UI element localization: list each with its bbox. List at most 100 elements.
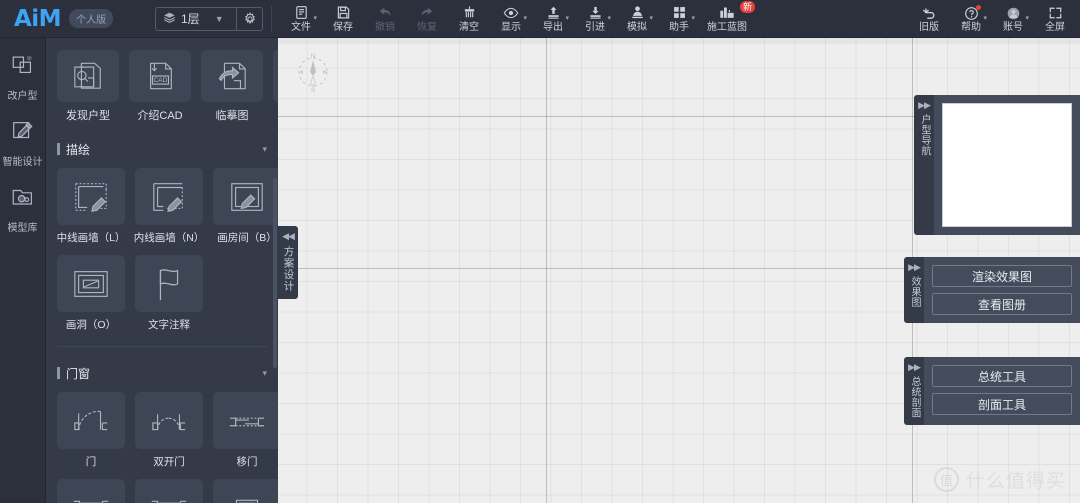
toolbar-button-assistant[interactable]: ▾ 助手 [658, 0, 700, 38]
arch-opening-icon [213, 479, 278, 503]
chevron-down-icon: ▾ [262, 367, 267, 378]
section-tools-tab[interactable]: ▶▶ 总统剖面 [904, 357, 924, 425]
left-tool-panel: 发现户型 CAD 介绍CAD 临摹图 描绘 ▾ 中线画墙（L） 内线画墙（N） … [46, 38, 278, 503]
scheme-design-tab-label: 方案设计 [282, 246, 295, 292]
toolbar-label: 恢复 [417, 21, 437, 33]
toolbar-button-simulate[interactable]: ▾ 模拟 [616, 0, 658, 38]
sidebar-item-model-library[interactable]: 模型库 [8, 184, 38, 234]
logo-zone: AiM 个人版 [0, 0, 155, 38]
expand-arrows-icon: ▶▶ [908, 362, 921, 372]
tile-discover-plan[interactable]: 发现户型 [57, 50, 119, 123]
toolbar-button-undo[interactable]: 撤销 [364, 0, 406, 38]
tile-label: 介绍CAD [137, 110, 183, 122]
left-panel-scroll-content: 发现户型 CAD 介绍CAD 临摹图 描绘 ▾ 中线画墙（L） 内线画墙（N） … [46, 50, 278, 503]
tile-text-annotation[interactable]: 文字注释 [135, 255, 203, 332]
toolbar-button-clear[interactable]: 清空 [448, 0, 490, 38]
section-accent-bar [57, 143, 60, 155]
view-album-button[interactable]: 查看图册 [932, 293, 1072, 315]
render-panel-body: 渲染效果图 查看图册 [924, 257, 1080, 323]
design-canvas[interactable]: N S ◀◀ 方案设计 ▶▶ 户型导航 ▶▶ 效果图 渲染效果图 查看图册 ▶▶… [278, 38, 1080, 503]
overview-tool-button[interactable]: 总统工具 [932, 365, 1072, 387]
toolbar-label: 导出 [543, 21, 563, 33]
section-header-doors-windows[interactable]: 门窗 ▾ [46, 364, 278, 382]
tile-single-door[interactable]: 门 [57, 392, 125, 469]
tile-window[interactable] [57, 479, 125, 503]
tile-centerline-wall[interactable]: 中线画墙（L） [57, 168, 125, 245]
account-circle-icon [1006, 5, 1021, 21]
sidebar-item-label: 智能设计 [2, 157, 43, 168]
toolbar-label: 旧版 [919, 22, 939, 33]
expand-arrows-icon: ▶▶ [918, 100, 931, 110]
tile-draw-hole[interactable]: 画洞（O） [57, 255, 125, 332]
toolbar-label: 显示 [501, 21, 521, 33]
draw-hole-icon [57, 255, 125, 312]
fullscreen-icon [1048, 5, 1063, 21]
layers-icon [163, 11, 176, 27]
toolbar-button-help[interactable]: ▾ 帮助 [950, 0, 992, 38]
save-icon [336, 5, 351, 21]
floorplan-nav-tab-label: 户型导航 [919, 114, 930, 156]
pencil-square-icon [10, 118, 36, 149]
floorplan-nav-tab[interactable]: ▶▶ 户型导航 [914, 95, 934, 235]
left-panel-scrollbar[interactable] [273, 178, 277, 368]
tile-label: 发现户型 [66, 110, 110, 122]
toolbar-label: 助手 [669, 21, 689, 33]
layer-selector-main[interactable]: 1层 ▼ [156, 8, 236, 30]
render-panel: ▶▶ 效果图 渲染效果图 查看图册 [904, 257, 1080, 323]
caret-icon: ▾ [1025, 15, 1029, 22]
trace-image-icon [201, 50, 263, 102]
tile-label: 内线画墙（N） [133, 232, 205, 244]
tile-double-door[interactable]: 双开门 [135, 392, 203, 469]
toolbar-button-redo[interactable]: 恢复 [406, 0, 448, 38]
bay-window-icon [135, 479, 203, 503]
render-image-button[interactable]: 渲染效果图 [932, 265, 1072, 287]
caret-icon: ▾ [691, 14, 695, 22]
sidebar-item-label: 改户型 [7, 91, 38, 102]
toolbar-label: 清空 [459, 21, 479, 33]
toolbar-button-display[interactable]: ▾ 显示 [490, 0, 532, 38]
toolbar-button-legacy[interactable]: 旧版 [908, 0, 950, 38]
tile-import-cad[interactable]: CAD 介绍CAD [129, 50, 191, 123]
app-root: AiM 个人版 1层 ▼ ▾ 文件 保存 撤销 恢复 清空 ▾ 显示 ▾ 导出 … [0, 0, 1080, 503]
svg-text:CAD: CAD [154, 77, 168, 84]
toolbar-divider [271, 5, 272, 32]
innerline-wall-icon [135, 168, 203, 225]
tile-draw-room[interactable]: 画房间（B） [213, 168, 278, 245]
caret-icon: ▾ [565, 14, 569, 22]
sidebar-item-smart-design[interactable]: 智能设计 [3, 118, 43, 168]
canvas-top-shade [278, 38, 1080, 44]
model-library-icon [10, 184, 36, 215]
section-tool-button[interactable]: 剖面工具 [932, 393, 1072, 415]
toolbar-button-export[interactable]: ▾ 导出 [532, 0, 574, 38]
toolbar-button-file[interactable]: ▾ 文件 [280, 0, 322, 38]
section-accent-bar [57, 367, 60, 379]
toolbar-button-blueprint[interactable]: 新 施工蓝图 [700, 0, 755, 38]
toolbar-label: 账号 [1003, 22, 1023, 33]
render-panel-tab-label: 效果图 [909, 276, 920, 308]
edition-badge: 个人版 [69, 9, 114, 28]
toolbar-button-save[interactable]: 保存 [322, 0, 364, 38]
sidebar-item-floorplan[interactable]: 改户型 [8, 52, 38, 102]
scheme-design-tab[interactable]: ◀◀ 方案设计 [278, 226, 298, 299]
section-header-drawing[interactable]: 描绘 ▾ [46, 140, 278, 158]
tile-innerline-wall[interactable]: 内线画墙（N） [133, 168, 205, 245]
toolbar-main-group: ▾ 文件 保存 撤销 恢复 清空 ▾ 显示 ▾ 导出 ▾ 引进 ▾ 模拟 ▾ 助… [280, 0, 755, 38]
centerline-wall-icon [57, 168, 125, 225]
toolbar-button-import[interactable]: ▾ 引进 [574, 0, 616, 38]
compass-icon: N S [291, 50, 335, 94]
toolbar-button-fullscreen[interactable]: 全屏 [1034, 0, 1076, 38]
section-title: 门窗 [66, 366, 91, 381]
tile-trace-image[interactable]: 临摹图 [201, 50, 263, 123]
tile-arch-opening[interactable] [213, 479, 278, 503]
layer-selector[interactable]: 1层 ▼ [155, 6, 263, 31]
svg-text:N: N [311, 53, 316, 60]
toolbar-label: 模拟 [627, 21, 647, 33]
tile-sliding-door[interactable]: 移门 [213, 392, 278, 469]
gear-icon[interactable] [236, 7, 262, 30]
tile-bay-window[interactable] [135, 479, 203, 503]
floorplan-nav-panel: ▶▶ 户型导航 [914, 95, 1080, 235]
floorplan-nav-thumbnail[interactable] [942, 103, 1072, 227]
app-logo: AiM [14, 5, 62, 32]
render-panel-tab[interactable]: ▶▶ 效果图 [904, 257, 924, 323]
toolbar-button-account[interactable]: ▾ 账号 [992, 0, 1034, 38]
